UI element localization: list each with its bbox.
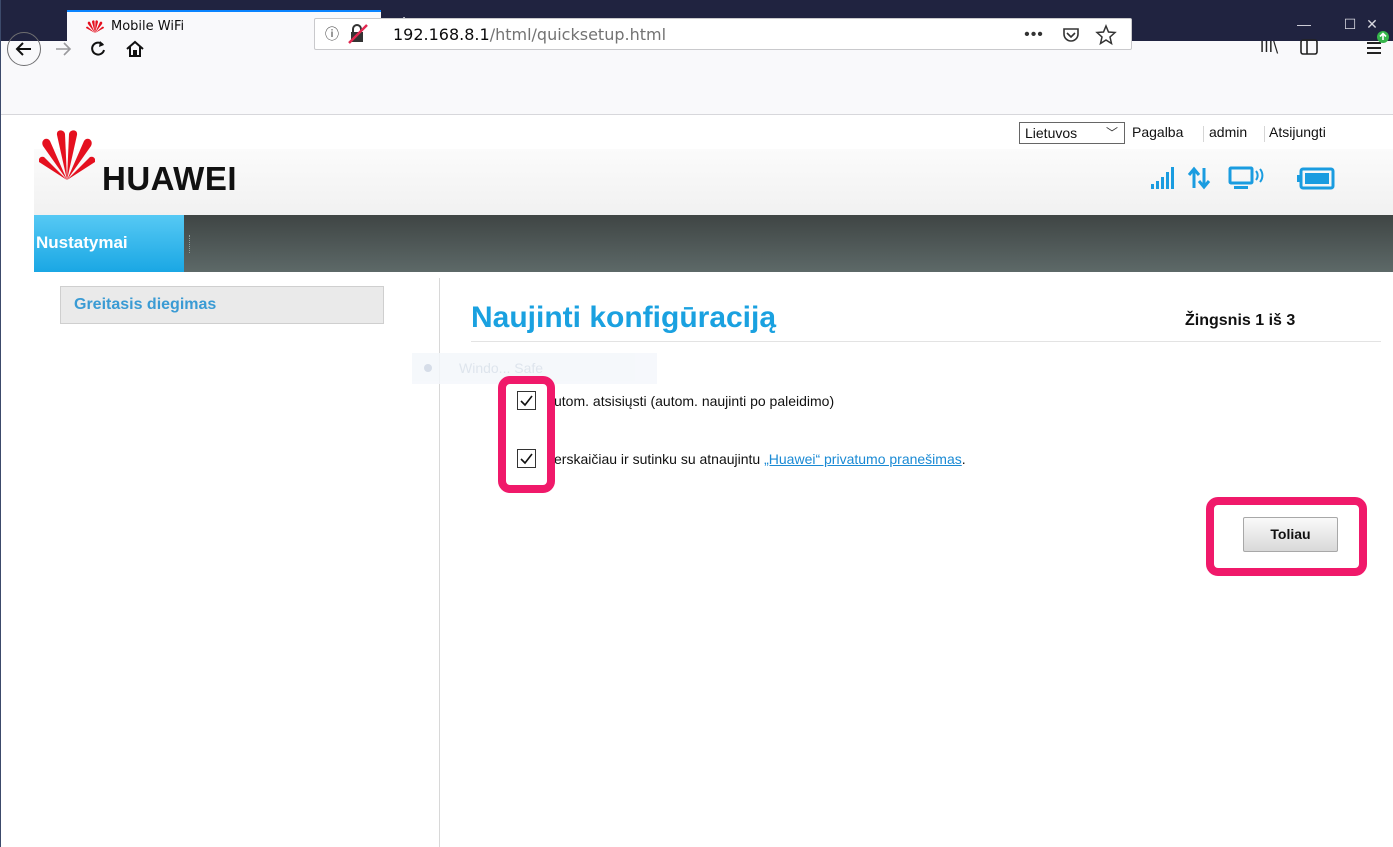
ghost-text: Windo... Safe: [459, 360, 544, 376]
user-label: admin: [1209, 124, 1248, 140]
page-title: Naujinti konfigūraciją: [471, 301, 777, 334]
router-page: Lietuvos ﹀ Pagalba admin Atsijungti HUAW…: [2, 116, 1393, 847]
back-button[interactable]: [7, 32, 41, 66]
checkbox-highlight: [498, 376, 555, 493]
help-link[interactable]: Pagalba: [1132, 124, 1183, 140]
reload-icon: [91, 41, 105, 56]
url-text[interactable]: 192.168.8.1/html/quicksetup.html: [393, 25, 666, 44]
signal-strength-icon: [1151, 167, 1174, 189]
tab-title: Mobile WiFi: [111, 19, 185, 34]
privacy-label-prefix: erskaičiau ir sutinku su atnaujintu: [554, 451, 765, 467]
info-icon[interactable]: ⓘ: [323, 25, 341, 43]
pocket-icon[interactable]: [1060, 24, 1082, 46]
address-bar[interactable]: ⓘ 192.168.8.1/html/quicksetup.html •••: [314, 18, 1132, 50]
bookmark-star-icon[interactable]: [1095, 24, 1117, 46]
ghost-dot-icon: [424, 364, 432, 372]
auto-update-label: utom. atsisiųsti (autom. naujinti po pal…: [554, 393, 835, 409]
page-actions-icon[interactable]: •••: [1023, 24, 1045, 46]
window-minimize-button[interactable]: —: [1291, 14, 1317, 34]
insecure-lock-icon[interactable]: [347, 24, 369, 44]
next-button-highlight: [1206, 497, 1367, 576]
step-indicator: Žingsnis 1 iš 3: [1185, 312, 1296, 329]
data-transfer-icon: [1187, 166, 1211, 190]
url-path: /html/quicksetup.html: [489, 25, 667, 44]
arrow-right-icon: [56, 42, 72, 56]
forward-button[interactable]: [49, 35, 77, 63]
brand-name: HUAWEI: [102, 160, 237, 197]
privacy-consent-label: erskaičiau ir sutinku su atnaujintu „Hua…: [554, 451, 966, 467]
arrow-left-icon: [15, 42, 31, 56]
home-icon: [126, 40, 144, 57]
language-value: Lietuvos: [1025, 125, 1078, 141]
sidebar-toggle-icon[interactable]: [1297, 35, 1321, 59]
browser-toolbar: ⓘ 192.168.8.1/html/quicksetup.html ••• I…: [1, 18, 1393, 115]
tab-settings[interactable]: Nustatymai: [34, 215, 184, 272]
sidebar-item-quick-setup[interactable]: Greitasis diegimas: [60, 286, 384, 324]
sidebar-item-label: Greitasis diegimas: [74, 296, 217, 313]
reload-button[interactable]: [84, 35, 112, 63]
battery-icon: [1297, 167, 1335, 190]
menu-separator: [189, 235, 191, 253]
link-separator: [1264, 126, 1265, 142]
huawei-logo-icon: [39, 130, 95, 180]
url-host: 192.168.8.1: [393, 25, 490, 44]
connected-device-icon: [1228, 166, 1264, 189]
link-separator: [1203, 126, 1204, 142]
browser-window: Mobile WiFi × + — ☐ ✕ ⓘ 192.168.8.1/: [0, 0, 1393, 847]
privacy-label-suffix: .: [961, 451, 966, 467]
main-menu-bar: Nustatymai: [34, 215, 1393, 272]
logout-link[interactable]: Atsijungti: [1269, 124, 1326, 140]
huawei-favicon-icon: [86, 20, 104, 33]
hamburger-menu-icon[interactable]: [1363, 29, 1391, 61]
home-button[interactable]: [121, 35, 149, 63]
chevron-down-icon: ﹀: [1105, 126, 1118, 140]
library-icon[interactable]: III\: [1257, 35, 1281, 59]
language-select[interactable]: Lietuvos ﹀: [1019, 122, 1125, 144]
privacy-notice-link[interactable]: „Huawei“ privatumo pranešimas: [764, 451, 962, 467]
title-divider: [471, 341, 1381, 342]
